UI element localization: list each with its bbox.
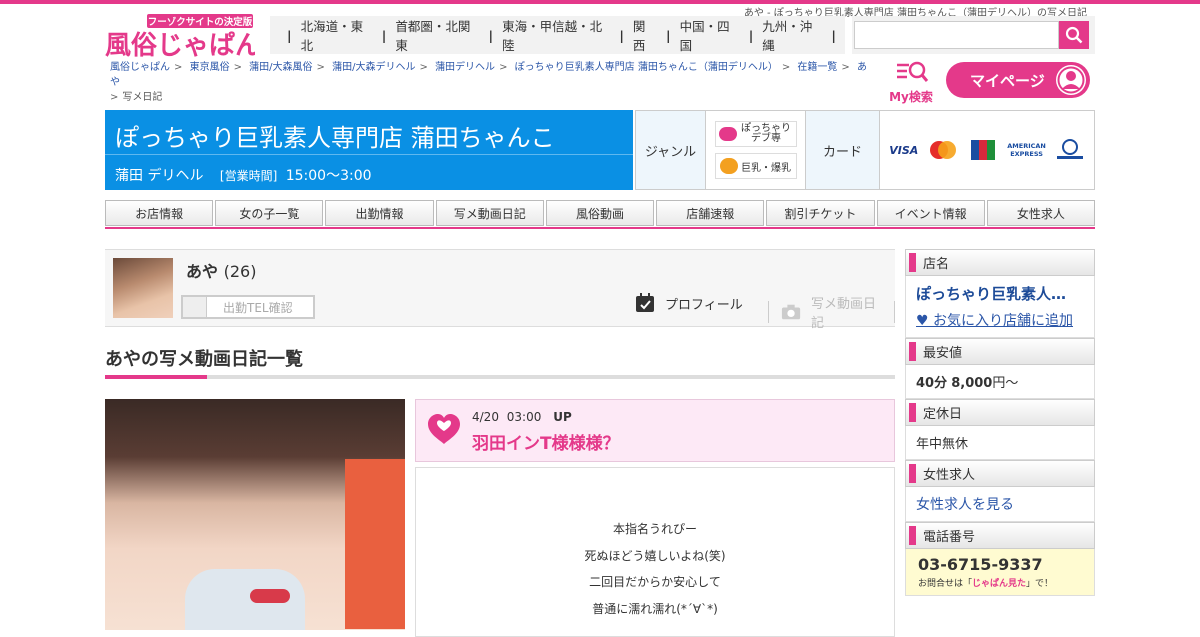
breadcrumb-link[interactable]: 蒲田デリヘル <box>435 62 495 73</box>
site-search <box>852 16 1095 54</box>
breadcrumb: 風俗じゃぱん > 東京風俗 > 蒲田/大森風俗 > 蒲田/大森デリヘル > 蒲田デリヘル… <box>110 62 867 103</box>
svg-text:風俗じゃぱん!: 風俗じゃぱん! <box>105 31 255 58</box>
price-time: 40分 <box>916 376 948 391</box>
girl-age: (26) <box>223 262 257 281</box>
sidebar-heading: 最安値 <box>905 338 1095 365</box>
mypage-button[interactable]: マイページ <box>946 62 1090 98</box>
jcb-icon <box>965 139 1001 161</box>
diary-photo[interactable] <box>105 399 405 630</box>
nav-tab[interactable]: 店舗速報 <box>656 200 765 226</box>
post-title[interactable]: 羽田インT様様様？ <box>472 429 620 454</box>
sidebar: 店名 ぽっちゃり巨乳素人… ♥ お気に入り店舗に追加 最安値 40分 8,000… <box>905 249 1095 596</box>
title-underline <box>105 375 895 379</box>
sidebar-heading: 電話番号 <box>905 522 1095 549</box>
nav-underline <box>105 227 1095 229</box>
region-link[interactable]: 中国・四国 <box>680 16 740 54</box>
girl-name: あや <box>186 262 219 281</box>
peach-icon <box>720 158 738 174</box>
heart-comment-icon <box>428 414 460 444</box>
search-input[interactable] <box>854 21 1059 49</box>
diary-link[interactable]: 写メ動画日記 <box>768 293 895 331</box>
sidebar-heading: 店名 <box>905 249 1095 276</box>
post-body: 本指名うれぴー 死ぬほどう嬉しいよね(笑) 二回目だからか安心して 普通に濡れ濡… <box>415 467 895 637</box>
breadcrumb-link[interactable]: 蒲田/大森風俗 <box>249 62 312 73</box>
shop-header: ぽっちゃり巨乳素人専門店 蒲田ちゃんこ 蒲田 デリヘル [営業時間] 15:00… <box>105 110 633 190</box>
nav-tab[interactable]: 女性求人 <box>986 200 1095 226</box>
post-time: 03:00 <box>506 410 542 424</box>
shop-area-type: 蒲田 デリヘル <box>115 168 204 184</box>
region-nav: | 北海道・東北 | 首都圏・北関東 | 東海・甲信越・北陸 | 関西 | 中国… <box>270 16 845 54</box>
visa-icon: VISA <box>889 143 919 157</box>
calendar-icon <box>183 297 207 317</box>
post-line: 普通に濡れ濡れ(*´∀`*) <box>592 601 718 616</box>
post-header: 4/20 03:00 UP 羽田インT様様様？ <box>415 399 895 462</box>
genre-badge-chubby[interactable]: ぽっちゃりデブ専 <box>714 121 797 147</box>
breadcrumb-link[interactable]: 在籍一覧 <box>797 62 837 73</box>
post-line: 死ぬほどう嬉しいよね(笑) <box>584 548 726 563</box>
shop-genre-panel: ジャンル ぽっちゃりデブ専 巨乳・爆乳 カード VISA AMERICAN EXP… <box>635 110 1095 190</box>
breadcrumb-link[interactable]: ぽっちゃり巨乳素人専門店 蒲田ちゃんこ（蒲田デリヘル） <box>515 62 778 73</box>
pig-icon <box>719 127 737 141</box>
nav-tab[interactable]: 割引チケット <box>766 200 875 226</box>
breadcrumb-link[interactable]: 蒲田/大森デリヘル <box>332 62 415 73</box>
user-icon <box>1056 65 1086 95</box>
search-icon <box>1065 26 1083 44</box>
region-link[interactable]: 首都圏・北関東 <box>395 16 479 54</box>
my-search-label: My検索 <box>889 90 933 104</box>
genre-label: ジャンル <box>636 111 706 189</box>
region-link[interactable]: 九州・沖縄 <box>762 16 822 54</box>
phone-note: お問合せは「じゃぱん見た」で！ <box>918 579 1054 589</box>
recruit-link[interactable]: 女性求人を見る <box>916 497 1014 513</box>
search-button[interactable] <box>1059 21 1089 49</box>
hours-label: [営業時間] <box>219 169 278 183</box>
genre-badge-busty[interactable]: 巨乳・爆乳 <box>714 153 797 179</box>
nav-tab[interactable]: 写メ動画日記 <box>435 200 544 226</box>
phone-number[interactable]: 03-6715-9337 <box>918 555 1082 574</box>
breadcrumb-link[interactable]: 東京風俗 <box>190 62 230 73</box>
nav-tab[interactable]: お店情報 <box>105 200 214 226</box>
shop-nav: お店情報 女の子一覧 出勤情報 写メ動画日記 風俗動画 店舗速報 割引チケット … <box>105 200 1095 226</box>
page-title: あやの写メ動画日記一覧 <box>105 349 303 370</box>
mastercard-icon <box>925 139 961 161</box>
nav-tab[interactable]: イベント情報 <box>876 200 985 226</box>
breadcrumb-current: 写メ日記 <box>122 92 163 103</box>
post-date: 4/20 <box>472 410 499 424</box>
price-amount: 8,000 <box>951 376 993 391</box>
region-link[interactable]: 東海・甲信越・北陸 <box>502 16 610 54</box>
sidebar-heading: 定休日 <box>905 399 1095 426</box>
camera-icon <box>781 304 801 320</box>
post-line: 本指名うれぴー <box>612 522 697 536</box>
svg-text:フーゾクサイトの決定版: フーゾクサイトの決定版 <box>148 16 253 28</box>
profile-icon <box>636 293 654 312</box>
girl-avatar[interactable] <box>113 258 173 318</box>
sidebar-shop-name[interactable]: ぽっちゃり巨乳素人… <box>916 283 1084 304</box>
diners-icon <box>1052 139 1088 161</box>
add-favorite-link[interactable]: ♥ お気に入り店舗に追加 <box>916 310 1084 330</box>
profile-link[interactable]: プロフィール <box>635 293 743 313</box>
card-label: カード <box>806 111 880 189</box>
shop-hours: 15:00～3:00 <box>285 168 372 184</box>
girl-header: あや (26) 出勤TEL確認 プロフィール 写メ動画日記 <box>105 249 895 331</box>
nav-tab[interactable]: 風俗動画 <box>545 200 655 226</box>
breadcrumb-link[interactable]: 風俗じゃぱん <box>110 62 170 73</box>
amex-icon: AMERICAN EXPRESS <box>1007 142 1046 158</box>
region-link[interactable]: 関西 <box>633 16 657 54</box>
price-unit: 円～ <box>992 376 1019 391</box>
my-search-button[interactable]: My検索 <box>885 60 937 104</box>
shop-name[interactable]: ぽっちゃり巨乳素人専門店 蒲田ちゃんこ <box>115 118 555 153</box>
post-line: 二回目だからか安心して <box>589 575 721 589</box>
region-link[interactable]: 北海道・東北 <box>301 16 373 54</box>
tel-confirm-button[interactable]: 出勤TEL確認 <box>181 295 315 319</box>
site-logo[interactable]: フーゾクサイトの決定版 風俗じゃぱん! <box>105 14 273 61</box>
post-status: UP <box>553 410 572 424</box>
nav-tab[interactable]: 女の子一覧 <box>215 200 324 226</box>
mypage-label: マイページ <box>970 71 1045 90</box>
nav-tab[interactable]: 出勤情報 <box>325 200 434 226</box>
card-list: VISA AMERICAN EXPRESS <box>880 111 1094 189</box>
my-search-icon <box>897 61 929 82</box>
holiday-value: 年中無休 <box>905 426 1095 460</box>
sidebar-heading: 女性求人 <box>905 460 1095 487</box>
